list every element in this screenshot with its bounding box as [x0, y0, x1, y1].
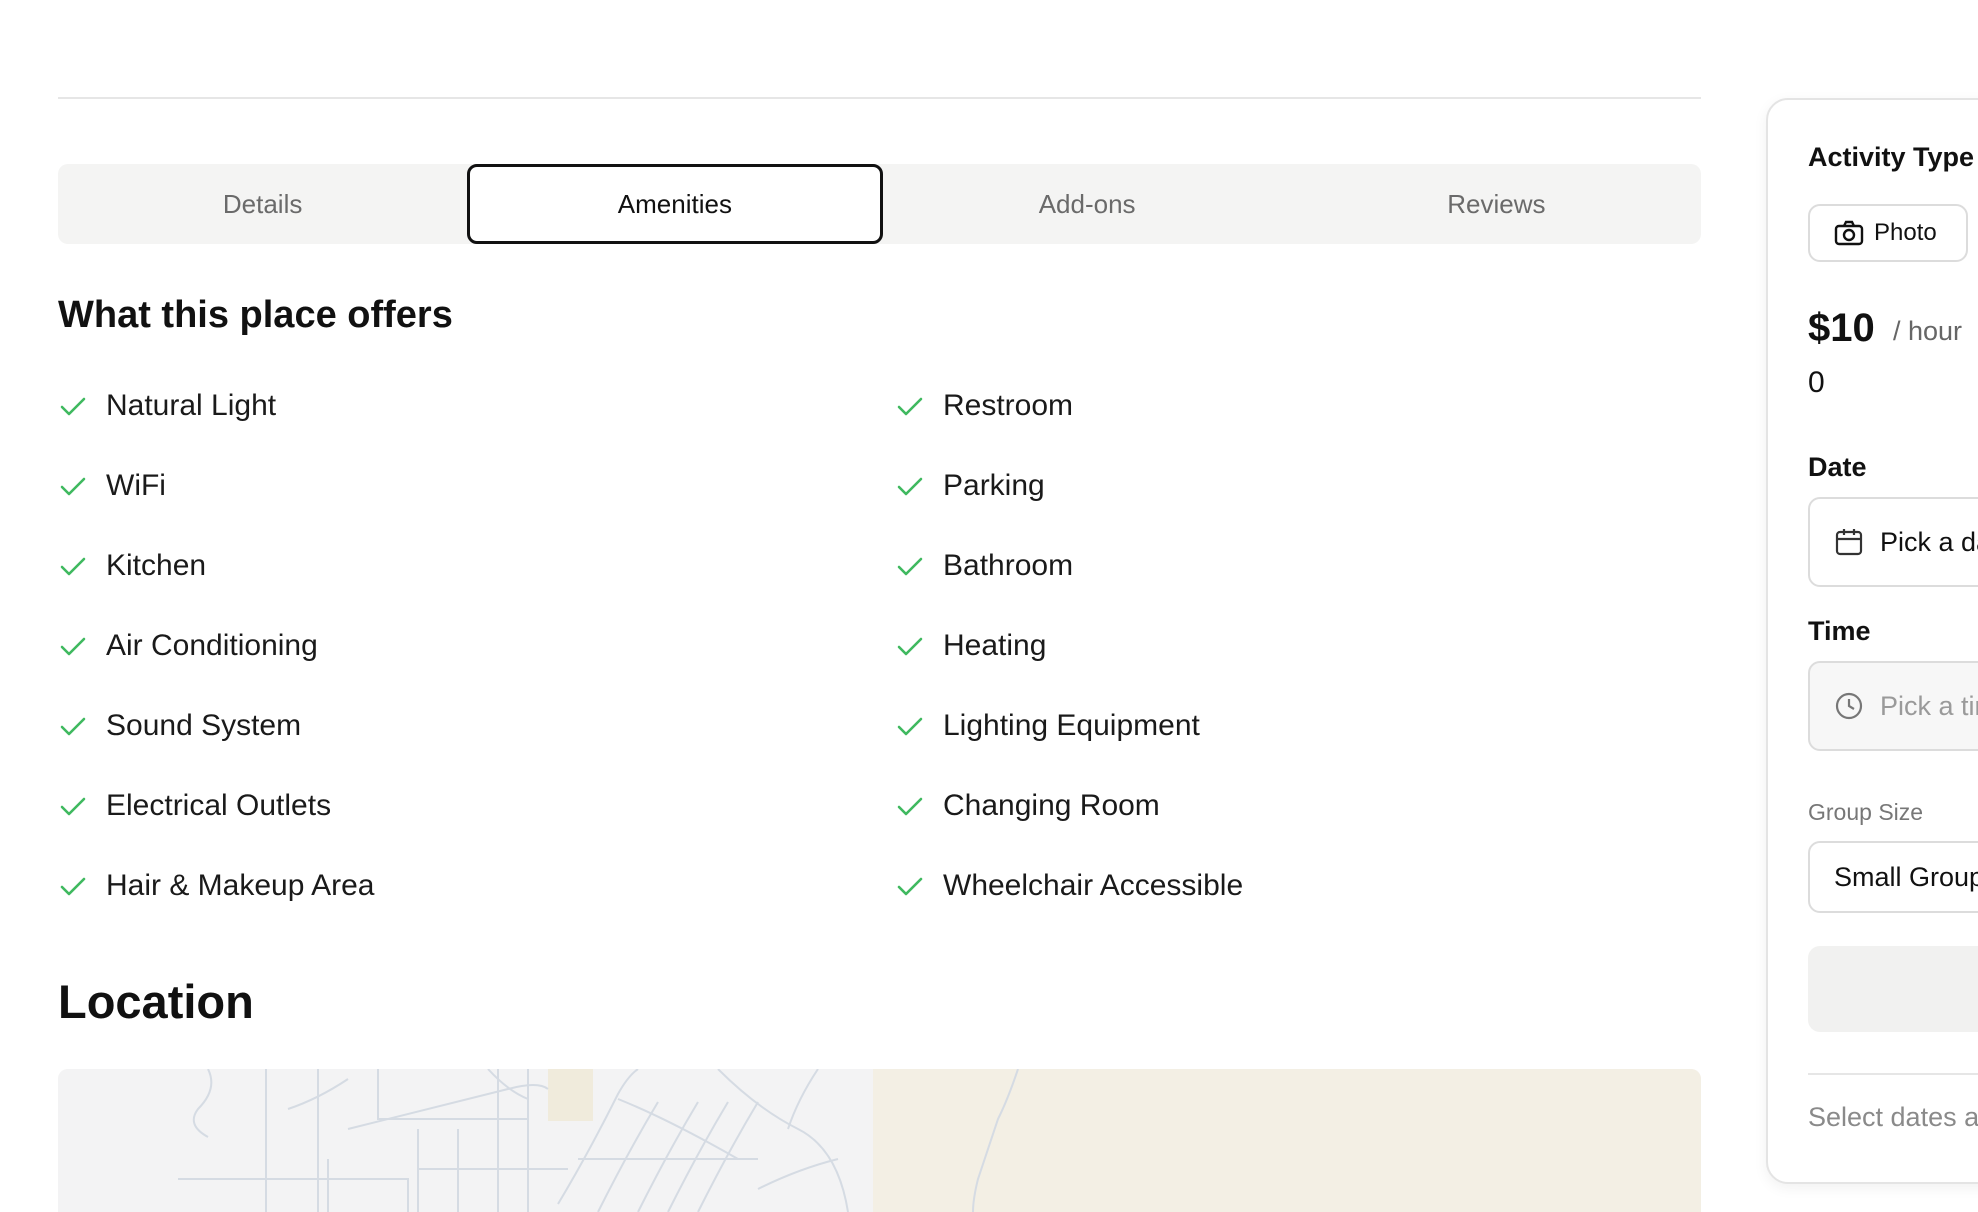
check-icon	[60, 637, 86, 656]
amenity-item: Electrical Outlets	[58, 766, 895, 846]
check-icon	[60, 477, 86, 496]
camera-icon	[1834, 220, 1864, 246]
activity-type-label: Activity Type	[1808, 142, 1975, 172]
activity-photo-label: Photo	[1874, 219, 1937, 246]
group-size-select[interactable]: Small Group	[1808, 841, 1978, 913]
amenity-item: Kitchen	[58, 526, 895, 606]
amenities-list: Natural Light Restroom WiFi Parking Kitchen B…	[58, 366, 1458, 926]
amenity-item: Restroom	[895, 366, 1495, 446]
price-subtext: 0	[1808, 366, 1825, 399]
amenity-label: Restroom	[943, 389, 1074, 422]
price-unit: / hour	[1893, 316, 1963, 346]
location-heading: Location	[58, 975, 254, 1028]
check-icon	[897, 397, 923, 416]
amenity-label: Changing Room	[943, 789, 1160, 822]
check-icon	[897, 797, 923, 816]
clock-icon	[1835, 692, 1863, 720]
amenity-label: Sound System	[106, 709, 302, 742]
amenity-item: WiFi	[58, 446, 895, 526]
amenity-label: Air Conditioning	[106, 629, 318, 662]
group-size-label: Group Size	[1808, 799, 1924, 825]
tab-amenities[interactable]: Amenities	[467, 164, 883, 244]
amenity-item: Heating	[895, 606, 1495, 686]
amenity-item: Parking	[895, 446, 1495, 526]
amenity-item: Natural Light	[58, 366, 895, 446]
tab-details[interactable]: Details	[58, 164, 467, 244]
card-divider	[1808, 1073, 1978, 1075]
amenity-item: Changing Room	[895, 766, 1495, 846]
amenity-label: Kitchen	[106, 549, 207, 582]
check-icon	[897, 477, 923, 496]
check-icon	[897, 557, 923, 576]
amenity-label: Wheelchair Accessible	[943, 869, 1244, 902]
time-picker[interactable]: Pick a time	[1808, 661, 1978, 751]
tab-add-ons[interactable]: Add-ons	[883, 164, 1292, 244]
check-icon	[60, 717, 86, 736]
amenity-label: Hair & Makeup Area	[106, 869, 375, 902]
listing-page: Details Amenities Add-ons Reviews What t…	[0, 0, 1978, 1212]
calendar-icon	[1835, 529, 1863, 556]
check-icon	[897, 877, 923, 896]
amenity-item: Sound System	[58, 686, 895, 766]
amenity-label: Electrical Outlets	[106, 789, 332, 822]
group-size-value: Small Group	[1834, 861, 1978, 892]
amenity-label: Natural Light	[106, 389, 277, 422]
booking-footer-note: Select dates and time	[1808, 1102, 1978, 1132]
book-button[interactable]	[1808, 946, 1978, 1032]
amenity-label: Lighting Equipment	[943, 709, 1200, 742]
check-icon	[897, 637, 923, 656]
check-icon	[897, 717, 923, 736]
amenity-label: Parking	[943, 469, 1045, 502]
amenity-label: WiFi	[106, 469, 166, 502]
amenity-item: Bathroom	[895, 526, 1495, 606]
amenity-label: Bathroom	[943, 549, 1074, 582]
activity-photo-button[interactable]: Photo	[1808, 204, 1968, 262]
amenity-label: Heating	[943, 629, 1047, 662]
price-value: $10	[1808, 306, 1875, 350]
time-label: Time	[1808, 616, 1871, 646]
check-icon	[60, 397, 86, 416]
tab-reviews[interactable]: Reviews	[1292, 164, 1701, 244]
map-tiles	[58, 1069, 1701, 1212]
amenity-item: Wheelchair Accessible	[895, 846, 1495, 926]
check-icon	[60, 877, 86, 896]
date-placeholder: Pick a date	[1880, 526, 1978, 557]
amenities-heading: What this place offers	[58, 294, 453, 336]
amenity-item: Lighting Equipment	[895, 686, 1495, 766]
time-placeholder: Pick a time	[1880, 690, 1978, 721]
top-divider	[58, 97, 1701, 99]
check-icon	[60, 797, 86, 816]
date-picker[interactable]: Pick a date	[1808, 497, 1978, 587]
amenity-item: Air Conditioning	[58, 606, 895, 686]
tab-bar: Details Amenities Add-ons Reviews	[58, 164, 1701, 244]
check-icon	[60, 557, 86, 576]
location-map[interactable]	[58, 1069, 1701, 1212]
date-label: Date	[1808, 452, 1867, 482]
amenity-item: Hair & Makeup Area	[58, 846, 895, 926]
